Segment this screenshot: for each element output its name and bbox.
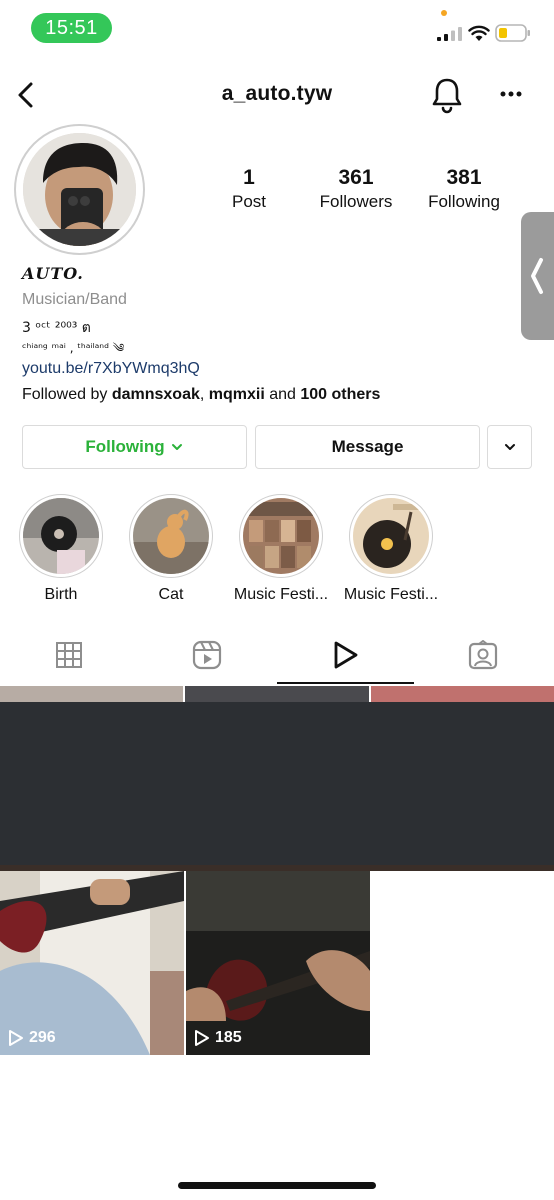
- followed-by-others[interactable]: 100 others: [300, 386, 380, 403]
- tab-reels[interactable]: [138, 626, 276, 684]
- stat-followers[interactable]: 361 Followers: [301, 166, 411, 214]
- following-button[interactable]: Following: [22, 425, 247, 469]
- highlight-music-festival-2-label: Music Festi...: [343, 586, 439, 603]
- suggested-dropdown-button[interactable]: [487, 425, 532, 469]
- top-nav: a_auto.tyw: [0, 70, 554, 120]
- video-thumbnail-2: [186, 871, 370, 1055]
- bell-icon[interactable]: [430, 76, 464, 114]
- highlight-music-festival-2[interactable]: Music Festi...: [341, 494, 441, 604]
- chevron-left-icon: [531, 258, 543, 294]
- followed-by-prefix: Followed by: [22, 386, 112, 403]
- profile-username: a_auto.tyw: [221, 82, 333, 105]
- reels-icon: [192, 640, 222, 670]
- tab-videos[interactable]: [276, 626, 414, 684]
- highlight-birth[interactable]: Birth: [11, 494, 111, 604]
- stat-posts[interactable]: 1 Post: [195, 166, 303, 214]
- side-panel-handle[interactable]: [521, 212, 554, 340]
- video-thumbnail-1: [0, 871, 184, 1055]
- profile-avatar-ring[interactable]: [14, 124, 145, 255]
- bio-display-name: AUTO.: [22, 264, 84, 283]
- avatar[interactable]: [23, 133, 136, 246]
- highlight-music-festival-2-cover: [353, 498, 429, 574]
- bio-category: Musician/Band: [22, 291, 127, 308]
- message-button-label: Message: [331, 437, 404, 456]
- wifi-icon: [468, 25, 490, 41]
- followed-by-text[interactable]: Followed by damnsxoak, mqmxii and 100 ot…: [22, 386, 522, 408]
- tab-tagged[interactable]: [414, 626, 552, 684]
- video-2-views: 185: [194, 1029, 242, 1047]
- profile-tabs: [0, 626, 554, 684]
- stat-following-value: 381: [446, 166, 482, 189]
- bio-link[interactable]: youtu.be/r7XbYWmq3hQ: [22, 360, 522, 382]
- profile-stats: 1 Post 361 Followers 381 Following: [195, 166, 525, 216]
- followed-by-mid: and: [264, 386, 301, 403]
- highlight-music-festival-1-cover: [243, 498, 319, 574]
- video-1-view-count: 296: [29, 1029, 56, 1046]
- highlight-cat[interactable]: Cat: [121, 494, 221, 604]
- tagged-icon: [468, 640, 498, 670]
- highlight-birth-cover: [23, 498, 99, 574]
- video-tile-2[interactable]: 185: [186, 871, 370, 1055]
- status-time: 15:51: [31, 13, 112, 43]
- status-bar: 15:51: [0, 0, 554, 56]
- privacy-indicator-dot: [441, 10, 447, 16]
- highlight-music-festival-1[interactable]: Music Festi...: [231, 494, 331, 604]
- stat-following-label: Following: [428, 192, 500, 211]
- stat-followers-label: Followers: [319, 192, 393, 211]
- stat-followers-value: 361: [338, 166, 374, 189]
- following-button-label: Following: [85, 437, 165, 456]
- video-1-views: 296: [8, 1029, 56, 1047]
- stat-posts-value: 1: [243, 166, 255, 189]
- highlight-birth-label: Birth: [44, 586, 78, 603]
- highlight-cat-label: Cat: [158, 586, 184, 603]
- grid-row-1-thumbnails[interactable]: [0, 686, 554, 702]
- play-icon: [334, 641, 358, 669]
- avatar-photo: [23, 133, 136, 246]
- home-indicator[interactable]: [178, 1182, 376, 1189]
- grid-icon: [56, 642, 82, 668]
- tab-posts-grid[interactable]: [0, 626, 138, 684]
- profile-bio: AUTO. Musician/Band 3 ᵒᶜᵗ ²⁰⁰³ ต ᶜʰⁱᵃⁿᵍ …: [22, 264, 522, 408]
- message-button[interactable]: Message: [255, 425, 480, 469]
- stat-posts-label: Post: [231, 192, 267, 211]
- followed-by-user-2[interactable]: mqmxii: [209, 386, 265, 403]
- story-highlights: Birth Cat Music Festi... Music Festi...: [0, 494, 554, 606]
- bio-text-line-1: 3 ᵒᶜᵗ ²⁰⁰³ ต: [22, 320, 91, 336]
- loading-overlay: [0, 702, 554, 865]
- video-2-view-count: 185: [215, 1029, 242, 1046]
- battery-icon: [495, 24, 530, 42]
- bio-text-line-2: ᶜʰⁱᵃⁿᵍ ᵐᵃⁱ , ᵗʰᵃⁱˡᵃⁿᵈ ༄: [22, 341, 125, 355]
- active-tab-indicator: [277, 682, 414, 684]
- stat-following[interactable]: 381 Following: [409, 166, 519, 214]
- chevron-down-icon: [504, 444, 515, 450]
- signal-icon: [437, 27, 462, 41]
- chevron-down-icon: [171, 444, 182, 450]
- play-icon: [195, 1030, 209, 1046]
- followed-by-sep: ,: [199, 386, 209, 403]
- highlight-music-festival-1-label: Music Festi...: [233, 586, 329, 603]
- highlight-cat-cover: [133, 498, 209, 574]
- followed-by-user-1[interactable]: damnsxoak: [112, 386, 200, 403]
- video-tile-1[interactable]: 296: [0, 871, 184, 1055]
- play-icon: [9, 1030, 23, 1046]
- more-icon[interactable]: [496, 84, 526, 104]
